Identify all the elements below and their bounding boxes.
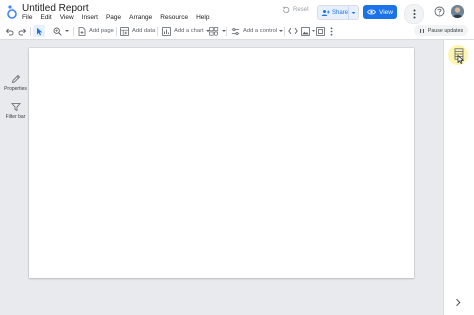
share-button[interactable]: Share <box>317 5 359 20</box>
redo-icon <box>18 28 27 35</box>
filter-bar-label: Filter bar <box>5 114 26 120</box>
menu-edit[interactable]: Edit <box>40 14 51 21</box>
frame-icon <box>316 26 325 36</box>
zoom-button[interactable] <box>53 25 70 37</box>
add-control-icon <box>231 27 240 35</box>
add-chart-label: Add a chart <box>174 28 204 34</box>
pause-updates-label: Pause updates <box>427 27 464 34</box>
properties-icon <box>11 74 20 84</box>
menu-bar: File Edit View Insert Page Arrange Resou… <box>22 14 217 21</box>
add-page-button[interactable]: Add page <box>78 25 114 37</box>
more-vert-icon <box>330 26 333 36</box>
report-page-canvas[interactable] <box>29 48 414 278</box>
add-data-button[interactable]: Add data <box>120 25 155 37</box>
chevron-right-icon[interactable] <box>454 298 462 307</box>
menu-help[interactable]: Help <box>196 14 209 21</box>
caret-down-icon <box>351 11 356 14</box>
toolbar-divider <box>284 27 285 36</box>
user-photo-icon <box>451 5 464 18</box>
report-header: Untitled Report File Edit View Insert Pa… <box>0 0 474 24</box>
add-control-label: Add a control <box>243 28 278 34</box>
zoom-icon <box>53 27 62 36</box>
pause-updates-button[interactable]: Pause updates <box>414 25 468 36</box>
image-icon <box>301 26 310 36</box>
toolbar-divider <box>226 27 227 36</box>
view-button[interactable]: View <box>363 5 397 19</box>
add-data-icon <box>120 26 129 36</box>
toolbar-divider <box>157 27 158 36</box>
select-tool-button[interactable] <box>33 25 45 37</box>
menu-arrange[interactable]: Arrange <box>129 14 152 21</box>
pause-icon <box>419 28 424 33</box>
add-page-icon <box>78 26 86 36</box>
menu-insert[interactable]: Insert <box>82 14 98 21</box>
embed-url-button[interactable] <box>288 25 298 37</box>
properties-panel-button[interactable]: Properties <box>0 74 31 92</box>
menu-page[interactable]: Page <box>106 14 121 21</box>
toolbar-divider <box>116 27 117 36</box>
menu-view[interactable]: View <box>60 14 74 21</box>
report-title[interactable]: Untitled Report <box>22 3 89 14</box>
community-viz-icon <box>209 26 219 36</box>
caret-down-icon <box>65 30 69 32</box>
add-chart-button[interactable]: Add a chart <box>162 25 211 37</box>
eye-icon <box>367 9 376 15</box>
reset-icon <box>282 6 290 14</box>
undo-button[interactable] <box>5 25 14 37</box>
menu-file[interactable]: File <box>22 14 32 21</box>
add-chart-icon <box>162 26 171 36</box>
more-tools-button[interactable] <box>330 25 333 37</box>
code-icon <box>288 27 298 35</box>
help-icon[interactable] <box>434 6 445 17</box>
filter-icon <box>10 103 21 112</box>
share-dropdown[interactable] <box>348 6 358 19</box>
menu-resource[interactable]: Resource <box>160 14 188 21</box>
toolbar-divider <box>30 27 31 36</box>
add-person-icon <box>321 9 330 16</box>
more-options-button[interactable] <box>404 4 424 24</box>
mouse-pointer-icon <box>457 55 464 64</box>
shape-button[interactable] <box>316 25 325 37</box>
share-label: Share <box>332 9 349 16</box>
right-side-panel <box>443 40 474 315</box>
add-control-button[interactable]: Add a control <box>231 25 284 37</box>
redo-button[interactable] <box>18 25 27 37</box>
view-label: View <box>379 8 393 16</box>
toolbar: Add page Add data Add a chart Add a cont… <box>0 24 474 40</box>
properties-label: Properties <box>4 86 27 92</box>
add-page-label: Add page <box>89 28 114 34</box>
filter-bar-button[interactable]: Filter bar <box>0 102 31 120</box>
community-visualizations-button[interactable] <box>209 25 227 37</box>
looker-studio-logo-icon[interactable] <box>6 4 18 20</box>
reset-button[interactable]: Reset <box>282 6 309 14</box>
undo-icon <box>5 28 14 35</box>
add-data-label: Add data <box>132 28 156 34</box>
avatar[interactable] <box>451 5 464 18</box>
image-button[interactable] <box>301 25 316 37</box>
cursor-icon <box>36 27 42 35</box>
reset-label: Reset <box>293 7 309 13</box>
more-vert-icon <box>413 9 415 19</box>
toolbar-divider <box>73 27 74 36</box>
